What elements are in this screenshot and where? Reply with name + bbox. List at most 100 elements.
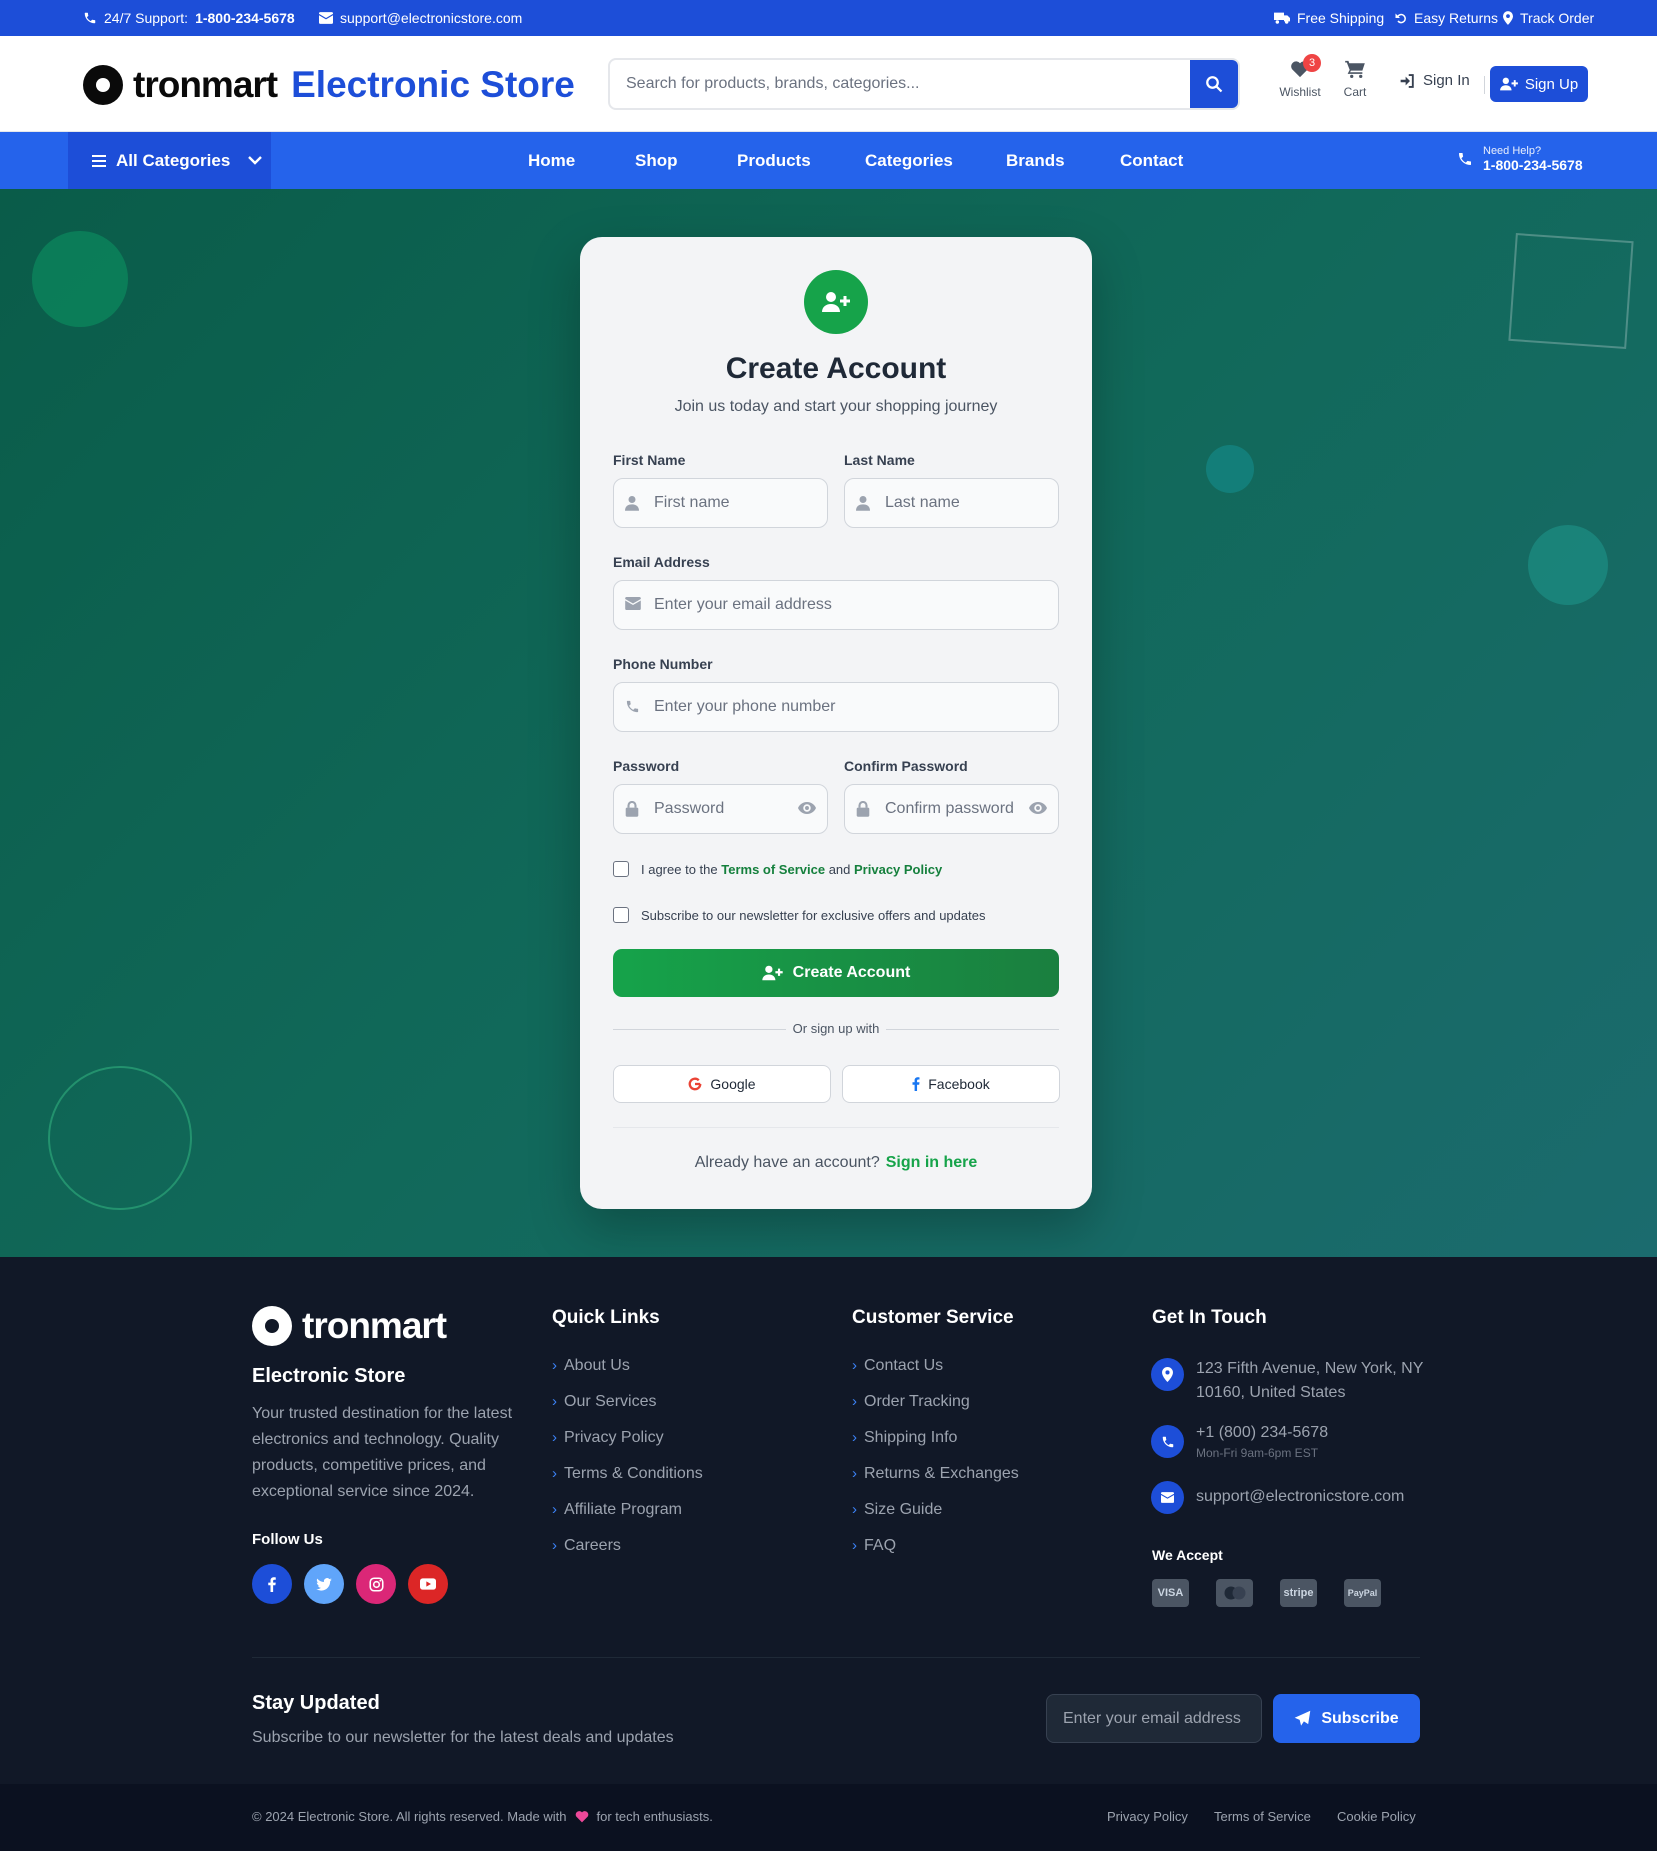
create-account-label: Create Account (792, 964, 911, 981)
nav-shop[interactable]: Shop (635, 132, 678, 189)
bottom-privacy-link[interactable]: Privacy Policy (1107, 1809, 1188, 1824)
newsletter-opt-text: Subscribe to our newsletter for exclusiv… (641, 907, 986, 923)
youtube-social-button[interactable] (408, 1564, 448, 1604)
footer-link[interactable]: › Our Services (552, 1393, 703, 1429)
need-help[interactable]: Need Help? 1-800-234-5678 (1457, 145, 1583, 173)
instagram-social-button[interactable] (356, 1564, 396, 1604)
footer-link[interactable]: › About Us (552, 1357, 703, 1393)
all-categories-label: All Categories (116, 150, 231, 170)
footer-link[interactable]: › Privacy Policy (552, 1429, 703, 1465)
newsletter-checkbox[interactable] (613, 907, 629, 923)
terms-text: I agree to the Terms of Service and Priv… (641, 862, 942, 877)
footer-link[interactable]: › Returns & Exchanges (852, 1465, 1019, 1501)
footer-divider (252, 1657, 1420, 1658)
mastercard-icon (1216, 1579, 1253, 1607)
header-divider (1484, 76, 1485, 94)
footer-logo[interactable]: tronmart (252, 1305, 447, 1347)
chevron-right-icon: › (552, 1429, 557, 1446)
or-divider: Or sign up with (580, 1020, 1092, 1038)
confirm-password-input[interactable] (885, 785, 1015, 833)
sign-up-button[interactable]: Sign Up (1490, 66, 1588, 102)
phone-icon (1162, 1436, 1173, 1447)
support-phone[interactable]: 24/7 Support: 1-800-234-5678 (83, 0, 295, 36)
nav-brands[interactable]: Brands (1006, 132, 1065, 189)
get-in-touch-heading: Get In Touch (1152, 1307, 1267, 1328)
cart-icon (1345, 60, 1365, 78)
footer-email[interactable]: support@electronicstore.com (1196, 1485, 1404, 1509)
facebook-social-button[interactable] (252, 1564, 292, 1604)
eye-icon[interactable] (1029, 801, 1047, 815)
main-nav: All Categories Home Shop Products Catego… (0, 132, 1657, 189)
terms-checkbox-row[interactable]: I agree to the Terms of Service and Priv… (613, 861, 942, 877)
footer-link[interactable]: › Careers (552, 1537, 703, 1573)
track-order-label: Track Order (1520, 10, 1595, 26)
track-order[interactable]: Track Order (1503, 0, 1594, 36)
footer-link-label: FAQ (864, 1537, 897, 1554)
twitter-icon (316, 1577, 332, 1591)
search-button[interactable] (1190, 60, 1238, 108)
decor-circle (32, 231, 128, 327)
email-input[interactable] (654, 581, 1049, 629)
support-email[interactable]: support@electronicstore.com (319, 0, 522, 36)
password-field (613, 784, 828, 834)
terms-checkbox[interactable] (613, 861, 629, 877)
chevron-right-icon: › (852, 1393, 857, 1410)
quick-links-list: › About Us › Our Services › Privacy Policy … (552, 1357, 703, 1573)
instagram-icon (368, 1576, 384, 1592)
easy-returns[interactable]: Easy Returns (1395, 0, 1498, 36)
nav-products[interactable]: Products (737, 132, 811, 189)
footer-link[interactable]: › FAQ (852, 1537, 1019, 1573)
google-signup-button[interactable]: Google (613, 1065, 831, 1103)
newsletter-checkbox-row[interactable]: Subscribe to our newsletter for exclusiv… (613, 907, 985, 923)
need-help-phone: 1-800-234-5678 (1483, 157, 1583, 173)
chevron-right-icon: › (552, 1393, 557, 1410)
footer-link[interactable]: › Affiliate Program (552, 1501, 703, 1537)
email-field (613, 580, 1059, 630)
facebook-signup-button[interactable]: Facebook (842, 1065, 1060, 1103)
customer-service-heading: Customer Service (852, 1307, 1014, 1328)
footer-link[interactable]: › Shipping Info (852, 1429, 1019, 1465)
footer-phone[interactable]: +1 (800) 234-5678 (1196, 1421, 1328, 1445)
follow-us-heading: Follow Us (252, 1531, 323, 1548)
footer-link[interactable]: › Contact Us (852, 1357, 1019, 1393)
last-name-label: Last Name (844, 452, 915, 468)
bottom-bar: © 2024 Electronic Store. All rights rese… (0, 1784, 1657, 1851)
create-account-button[interactable]: Create Account (613, 949, 1059, 997)
terms-link[interactable]: Terms of Service (721, 862, 825, 877)
map-pin-icon (1503, 11, 1513, 25)
facebook-icon (268, 1576, 276, 1592)
eye-icon[interactable] (798, 801, 816, 815)
chevron-right-icon: › (852, 1501, 857, 1518)
all-categories-menu[interactable]: All Categories (68, 132, 271, 189)
footer-link[interactable]: › Terms & Conditions (552, 1465, 703, 1501)
search-input[interactable] (610, 60, 1190, 108)
wishlist-button[interactable]: 3 Wishlist (1270, 54, 1330, 99)
bottom-cookie-link[interactable]: Cookie Policy (1337, 1809, 1416, 1824)
bottom-terms-link[interactable]: Terms of Service (1214, 1809, 1311, 1824)
subscribe-button[interactable]: Subscribe (1273, 1694, 1420, 1743)
decor-circle (1206, 445, 1254, 493)
phone-label: Phone Number (613, 656, 713, 672)
user-plus-icon (1499, 77, 1518, 91)
free-shipping[interactable]: Free Shipping (1274, 0, 1384, 36)
twitter-social-button[interactable] (304, 1564, 344, 1604)
last-name-input[interactable] (885, 479, 1050, 527)
nav-contact[interactable]: Contact (1120, 132, 1183, 189)
sign-in-here-link[interactable]: Sign in here (886, 1154, 978, 1171)
newsletter-email-input[interactable] (1047, 1695, 1261, 1742)
nav-categories[interactable]: Categories (865, 132, 953, 189)
footer-link[interactable]: › Order Tracking (852, 1393, 1019, 1429)
cart-button[interactable]: Cart (1325, 60, 1385, 99)
first-name-input[interactable] (654, 479, 819, 527)
phone-input[interactable] (654, 683, 1049, 731)
privacy-link[interactable]: Privacy Policy (854, 862, 942, 877)
chevron-right-icon: › (552, 1357, 557, 1374)
nav-home[interactable]: Home (528, 132, 575, 189)
password-input[interactable] (654, 785, 784, 833)
sign-in-link[interactable]: Sign In (1400, 72, 1470, 89)
lock-icon (856, 801, 870, 817)
footer-logo-mark (252, 1306, 292, 1346)
footer-link[interactable]: › Size Guide (852, 1501, 1019, 1537)
site-logo[interactable]: tronmart Electronic Store (83, 64, 575, 106)
chevron-right-icon: › (852, 1429, 857, 1446)
